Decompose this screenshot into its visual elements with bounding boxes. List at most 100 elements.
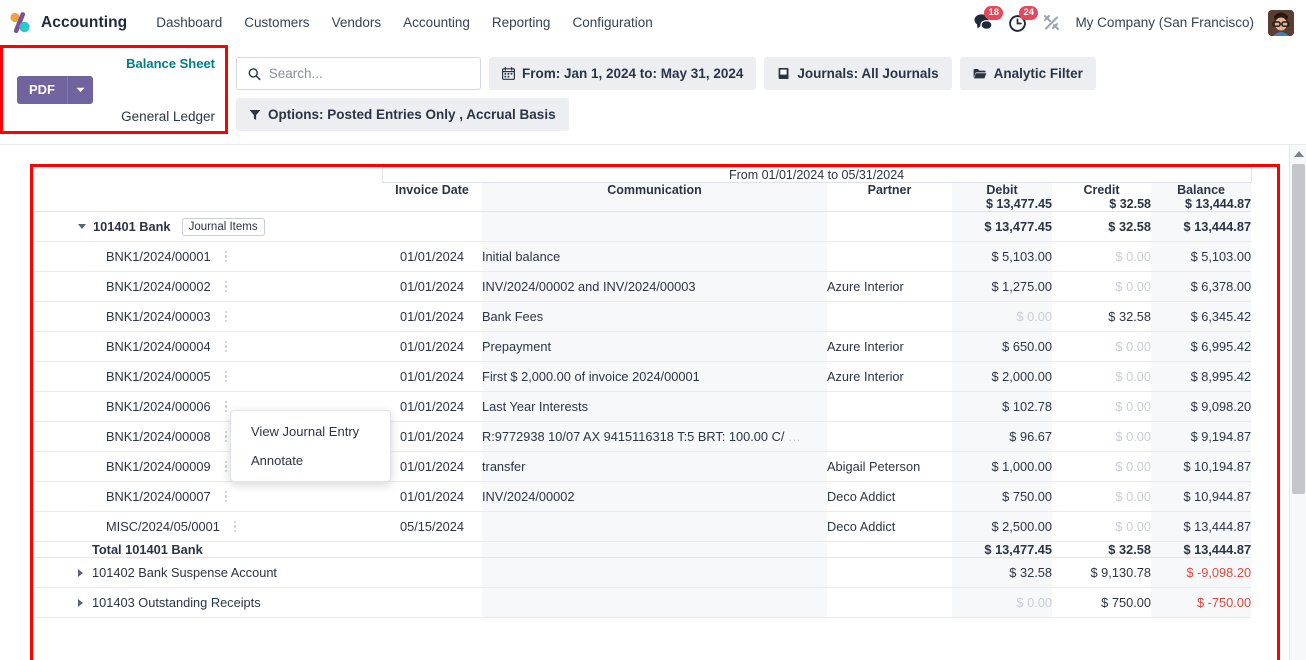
line-invoice-date: 01/01/2024 — [382, 391, 482, 422]
line-name-cell: BNK1/2024/00007 — [34, 481, 382, 512]
period-header-row: From 01/01/2024 to 05/31/2024 — [34, 167, 1252, 183]
pdf-button[interactable]: PDF — [17, 76, 67, 104]
table-row[interactable]: BNK1/2024/00009 01/01/2024 transfer Abigail… — [34, 451, 1252, 482]
table-row[interactable]: BNK1/2024/00003 01/01/2024 Bank Fees $ 0.00… — [34, 301, 1252, 332]
table-row[interactable]: BNK1/2024/00007 01/01/2024 INV/2024/00002 D… — [34, 481, 1252, 512]
line-invoice-date: 01/01/2024 — [382, 421, 482, 452]
row-menu-icon[interactable] — [221, 339, 232, 355]
header-communication[interactable]: Communication — [482, 182, 827, 197]
line-credit: $ 0.00 — [1052, 421, 1151, 452]
line-partner: Deco Addict — [827, 481, 952, 512]
journal-items-button[interactable]: Journal Items — [181, 217, 265, 236]
messages-counter[interactable]: 18 — [973, 6, 1004, 32]
journals-filter-label: Journals: All Journals — [797, 66, 939, 81]
vertical-scrollbar[interactable] — [1289, 145, 1306, 660]
line-reference: BNK1/2024/00006 — [106, 399, 211, 414]
row-menu-icon[interactable] — [221, 279, 232, 295]
balance-sheet-link[interactable]: Balance Sheet — [126, 56, 215, 71]
report-table-wrapper: From 01/01/2024 to 05/31/2024 Invoice Da… — [0, 145, 1306, 618]
table-row[interactable]: BNK1/2024/00008 01/01/2024 R:9772938 10/07… — [34, 421, 1252, 452]
line-communication: INV/2024/00002 — [482, 481, 827, 512]
analytic-filter-chip[interactable]: Analytic Filter — [959, 57, 1096, 90]
date-filter-label: From: Jan 1, 2024 to: May 31, 2024 — [522, 66, 744, 81]
scroll-down-button[interactable] — [1290, 656, 1306, 660]
header-credit[interactable]: Credit — [1052, 182, 1151, 197]
book-icon — [777, 67, 790, 80]
sub-account-label: 101403 Outstanding Receipts — [92, 595, 261, 610]
line-name-cell: MISC/2024/05/0001 — [34, 511, 382, 542]
line-invoice-date: 01/01/2024 — [382, 481, 482, 512]
row-menu-icon[interactable] — [230, 519, 241, 535]
table-row[interactable]: 101402 Bank Suspense Account $ 32.58 $ 9,1… — [34, 557, 1252, 588]
line-communication: INV/2024/00002 and INV/2024/00003 — [482, 271, 827, 302]
scrollbar-thumb[interactable] — [1292, 164, 1305, 494]
account-total-credit: $ 32.58 — [1052, 541, 1151, 558]
collapse-caret-icon[interactable] — [78, 224, 86, 229]
options-filter-label: Options: Posted Entries Only , Accrual B… — [268, 107, 556, 122]
table-row[interactable]: BNK1/2024/00001 01/01/2024 Initial balance… — [34, 241, 1252, 272]
header-debit[interactable]: Debit — [952, 182, 1052, 197]
account-group-row[interactable]: 101401 Bank Journal Items $ 13,477.45 $ … — [34, 211, 1252, 242]
header-balance[interactable]: Balance — [1151, 182, 1252, 197]
row-menu-icon[interactable] — [221, 489, 232, 505]
options-filter-chip[interactable]: Options: Posted Entries Only , Accrual B… — [236, 98, 569, 131]
sub-account-credit: $ 750.00 — [1052, 587, 1151, 618]
table-row[interactable]: MISC/2024/05/0001 05/15/2024 Deco Addict $ … — [34, 511, 1252, 542]
table-row[interactable]: BNK1/2024/00005 01/01/2024 First $ 2,000.0… — [34, 361, 1252, 392]
navbar-systray: 18 24 My Company (San Francisco) — [973, 5, 1294, 36]
row-menu-icon[interactable] — [221, 309, 232, 325]
menu-configuration[interactable]: Configuration — [561, 9, 663, 36]
line-balance: $ 9,194.87 — [1151, 421, 1252, 452]
filter-bar: From: Jan 1, 2024 to: May 31, 2024 Journ… — [236, 45, 1276, 131]
grand-total-row: $ 13,477.45 $ 32.58 $ 13,444.87 — [34, 197, 1252, 212]
expand-caret-icon[interactable] — [78, 598, 83, 607]
line-invoice-date: 01/01/2024 — [382, 271, 482, 302]
brand-home-link[interactable]: Accounting — [8, 11, 127, 35]
line-debit: $ 102.78 — [952, 391, 1052, 422]
line-name-cell: BNK1/2024/00001 — [34, 241, 382, 272]
menu-accounting[interactable]: Accounting — [392, 9, 481, 36]
company-switcher[interactable]: My Company (San Francisco) — [1075, 15, 1254, 30]
header-spacer — [34, 182, 382, 197]
line-debit: $ 2,500.00 — [952, 511, 1052, 542]
row-context-menu[interactable]: View Journal Entry Annotate — [230, 410, 391, 482]
context-menu-annotate[interactable]: Annotate — [231, 446, 390, 475]
row-menu-icon[interactable] — [221, 369, 232, 385]
line-credit: $ 0.00 — [1052, 451, 1151, 482]
table-row[interactable]: BNK1/2024/00004 01/01/2024 Prepayment Azure… — [34, 331, 1252, 362]
expand-caret-icon[interactable] — [78, 568, 83, 577]
journals-filter-chip[interactable]: Journals: All Journals — [764, 57, 952, 90]
line-communication: Bank Fees — [482, 301, 827, 332]
user-avatar[interactable] — [1268, 9, 1294, 36]
row-menu-icon[interactable] — [221, 249, 232, 265]
context-menu-view-journal-entry[interactable]: View Journal Entry — [231, 417, 390, 446]
menu-reporting[interactable]: Reporting — [481, 9, 562, 36]
date-filter-chip[interactable]: From: Jan 1, 2024 to: May 31, 2024 — [489, 57, 757, 90]
search-icon — [248, 67, 261, 80]
menu-dashboard[interactable]: Dashboard — [145, 9, 233, 36]
general-ledger-link[interactable]: General Ledger — [121, 109, 215, 124]
header-invoice-date[interactable]: Invoice Date — [382, 182, 482, 197]
account-group-debit: $ 13,477.45 — [952, 211, 1052, 242]
menu-vendors[interactable]: Vendors — [321, 9, 393, 36]
search-box[interactable] — [236, 57, 481, 90]
line-communication: First $ 2,000.00 of invoice 2024/00001 — [482, 361, 827, 392]
search-input[interactable] — [268, 66, 469, 81]
line-partner: Azure Interior — [827, 271, 952, 302]
debug-menu[interactable] — [1042, 13, 1061, 32]
activities-badge: 24 — [1019, 5, 1039, 20]
table-row[interactable]: 101403 Outstanding Receipts $ 0.00 $ 750.0… — [34, 587, 1252, 618]
header-partner[interactable]: Partner — [827, 182, 952, 197]
line-invoice-date: 05/15/2024 — [382, 511, 482, 542]
scroll-up-button[interactable] — [1290, 145, 1306, 162]
sub-account-name-cell: 101403 Outstanding Receipts — [34, 587, 382, 618]
sub-account-credit: $ 9,130.78 — [1052, 557, 1151, 588]
table-row[interactable]: BNK1/2024/00006 01/01/2024 Last Year Inter… — [34, 391, 1252, 422]
table-row[interactable]: BNK1/2024/00002 01/01/2024 INV/2024/00002 … — [34, 271, 1252, 302]
sub-account-debit: $ 0.00 — [952, 587, 1052, 618]
menu-customers[interactable]: Customers — [233, 9, 320, 36]
caret-up-icon — [1293, 150, 1304, 157]
line-balance: $ 10,944.87 — [1151, 481, 1252, 512]
activities-counter[interactable]: 24 — [1008, 5, 1039, 33]
pdf-dropdown-toggle[interactable] — [67, 76, 93, 104]
